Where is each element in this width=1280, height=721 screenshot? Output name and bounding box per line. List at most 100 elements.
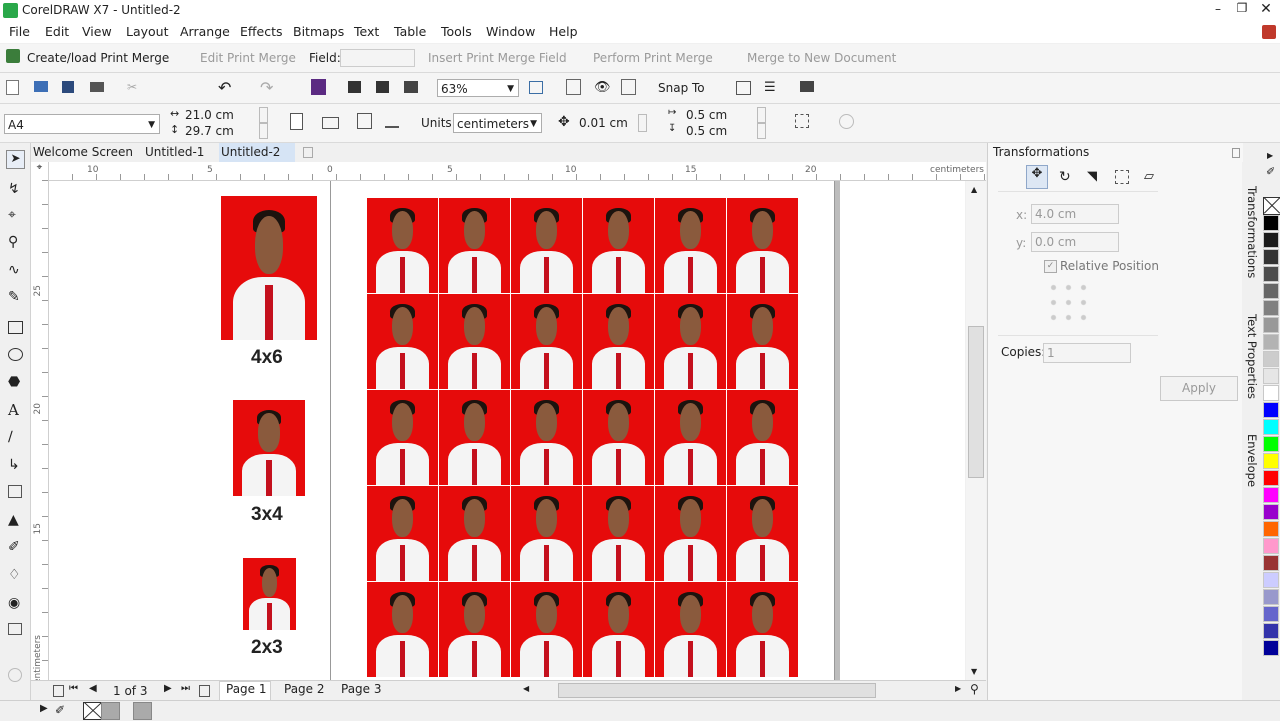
polygon-tool-icon[interactable]: ⬣ (8, 374, 24, 390)
copies-input[interactable]: 1 (1043, 343, 1131, 363)
tab-welcome-screen[interactable]: Welcome Screen (31, 143, 143, 162)
grid-photo[interactable] (439, 486, 511, 582)
color-swatch[interactable] (1263, 385, 1279, 401)
grid-photo[interactable] (583, 294, 655, 390)
undo-icon[interactable]: ↶ (218, 78, 234, 97)
quick-customize-icon[interactable] (839, 114, 854, 129)
zoom-to-page-icon[interactable] (529, 81, 543, 94)
menu-window[interactable]: Window (486, 24, 535, 39)
merge-new-document-button[interactable]: Merge to New Document (747, 51, 896, 65)
menu-view[interactable]: View (82, 24, 112, 39)
color-swatch[interactable] (1263, 249, 1279, 265)
dup-x-spinner[interactable] (757, 107, 766, 123)
all-pages-icon[interactable] (357, 113, 372, 129)
publish-pdf-icon[interactable] (404, 81, 418, 93)
menu-tools[interactable]: Tools (441, 24, 472, 39)
side-tab-transformations[interactable]: Transformations (1245, 186, 1259, 278)
color-swatch[interactable] (1263, 334, 1279, 350)
color-swatch[interactable] (1263, 351, 1279, 367)
palette-eyedropper-icon[interactable]: ✐ (1266, 165, 1275, 178)
apply-button[interactable]: Apply (1160, 376, 1238, 401)
text-tool-icon[interactable]: A (8, 401, 24, 419)
color-swatch[interactable] (1263, 453, 1279, 469)
interactive-fill-icon[interactable]: ♢ (8, 567, 24, 583)
close-button[interactable]: ✕ (1258, 1, 1274, 17)
size-mode-icon[interactable] (1115, 170, 1129, 184)
y-position-input[interactable]: 0.0 cm (1031, 232, 1119, 252)
eyedropper-icon[interactable]: ✐ (55, 703, 65, 717)
grid-photo[interactable] (727, 582, 799, 678)
grid-photo[interactable] (367, 198, 439, 294)
fill-swatch[interactable] (101, 702, 120, 720)
tab-untitled-2[interactable]: Untitled-2 (219, 143, 295, 162)
skew-mode-icon[interactable]: ▱ (1144, 169, 1154, 184)
menu-file[interactable]: File (9, 24, 30, 39)
rectangle-tool-icon[interactable] (8, 321, 23, 334)
create-print-merge-button[interactable]: Create/load Print Merge (27, 51, 169, 65)
grid-photo[interactable] (367, 582, 439, 678)
grid-photo[interactable] (367, 486, 439, 582)
menu-bitmaps[interactable]: Bitmaps (293, 24, 344, 39)
grid-photo[interactable] (727, 390, 799, 486)
minimize-button[interactable]: – (1210, 2, 1226, 16)
color-swatch[interactable] (1263, 317, 1279, 333)
height-spinner[interactable] (259, 123, 268, 139)
scroll-left-icon[interactable]: ◀ (523, 684, 529, 693)
color-swatch[interactable] (1263, 589, 1279, 605)
docker-pin-icon[interactable] (1232, 148, 1240, 158)
zoom-level-select[interactable]: 63% ▼ (437, 79, 519, 97)
grid-photo[interactable] (655, 486, 727, 582)
full-screen-preview-icon[interactable] (566, 79, 581, 95)
grid-photo[interactable] (655, 294, 727, 390)
new-tab-icon[interactable] (303, 147, 313, 158)
page-tab-2[interactable]: Page 2 (284, 682, 325, 696)
menu-edit[interactable]: Edit (45, 24, 69, 39)
photo-3x4[interactable] (233, 400, 305, 496)
redo-icon[interactable]: ↷ (260, 78, 276, 97)
smart-fill-icon[interactable]: ◉ (8, 595, 24, 611)
palette-scroll-up-icon[interactable]: ▶ (1267, 151, 1273, 160)
color-swatch[interactable] (1263, 487, 1279, 503)
export-icon[interactable] (376, 81, 389, 93)
no-fill-swatch[interactable] (83, 702, 102, 720)
grid-photo[interactable] (511, 198, 583, 294)
page-tab-3[interactable]: Page 3 (341, 682, 382, 696)
show-rulers-icon[interactable]: 👁 (594, 80, 611, 96)
color-swatch[interactable] (1263, 300, 1279, 316)
parallel-dimension-icon[interactable]: ∕ (8, 429, 24, 445)
print-icon[interactable] (90, 82, 104, 92)
page-tab-1[interactable]: Page 1 (219, 681, 271, 701)
photo-2x3[interactable] (243, 558, 296, 630)
open-icon[interactable] (34, 81, 48, 92)
duplicate-y-input[interactable]: 0.5 cm (683, 123, 755, 139)
next-page-icon[interactable]: ▶ (164, 683, 172, 694)
menu-layout[interactable]: Layout (126, 24, 169, 39)
grid-photo[interactable] (511, 582, 583, 678)
grid-photo[interactable] (655, 198, 727, 294)
nudge-distance-input[interactable]: 0.01 cm (576, 113, 634, 133)
page-size-select[interactable]: A4 ▼ (4, 114, 160, 134)
side-tab-text-properties[interactable]: Text Properties (1245, 314, 1259, 399)
prev-page-icon[interactable]: ◀ (89, 683, 97, 694)
menu-text[interactable]: Text (354, 24, 379, 39)
grid-photo[interactable] (439, 390, 511, 486)
grid-photo[interactable] (439, 198, 511, 294)
freehand-tool-icon[interactable]: ∿ (8, 262, 24, 278)
grid-photo[interactable] (511, 486, 583, 582)
add-page-icon[interactable] (53, 685, 64, 697)
color-swatch[interactable] (1263, 419, 1279, 435)
grid-photo[interactable] (367, 390, 439, 486)
scroll-up-icon[interactable]: ▲ (971, 185, 977, 194)
scroll-down-icon[interactable]: ▼ (971, 667, 977, 676)
horizontal-scroll-thumb[interactable] (558, 683, 876, 698)
color-swatch[interactable] (1263, 623, 1279, 639)
treat-as-filled-icon[interactable] (795, 114, 809, 128)
restore-button[interactable]: ❐ (1234, 1, 1250, 15)
side-tab-envelope[interactable]: Envelope (1245, 434, 1259, 487)
position-mode-icon[interactable]: ✥ (1026, 165, 1048, 189)
customize-toolbox-icon[interactable] (8, 668, 22, 682)
grid-photo[interactable] (727, 198, 799, 294)
scroll-right-icon[interactable]: ▶ (955, 684, 961, 693)
color-swatch[interactable] (1263, 521, 1279, 537)
grid-photo[interactable] (655, 390, 727, 486)
